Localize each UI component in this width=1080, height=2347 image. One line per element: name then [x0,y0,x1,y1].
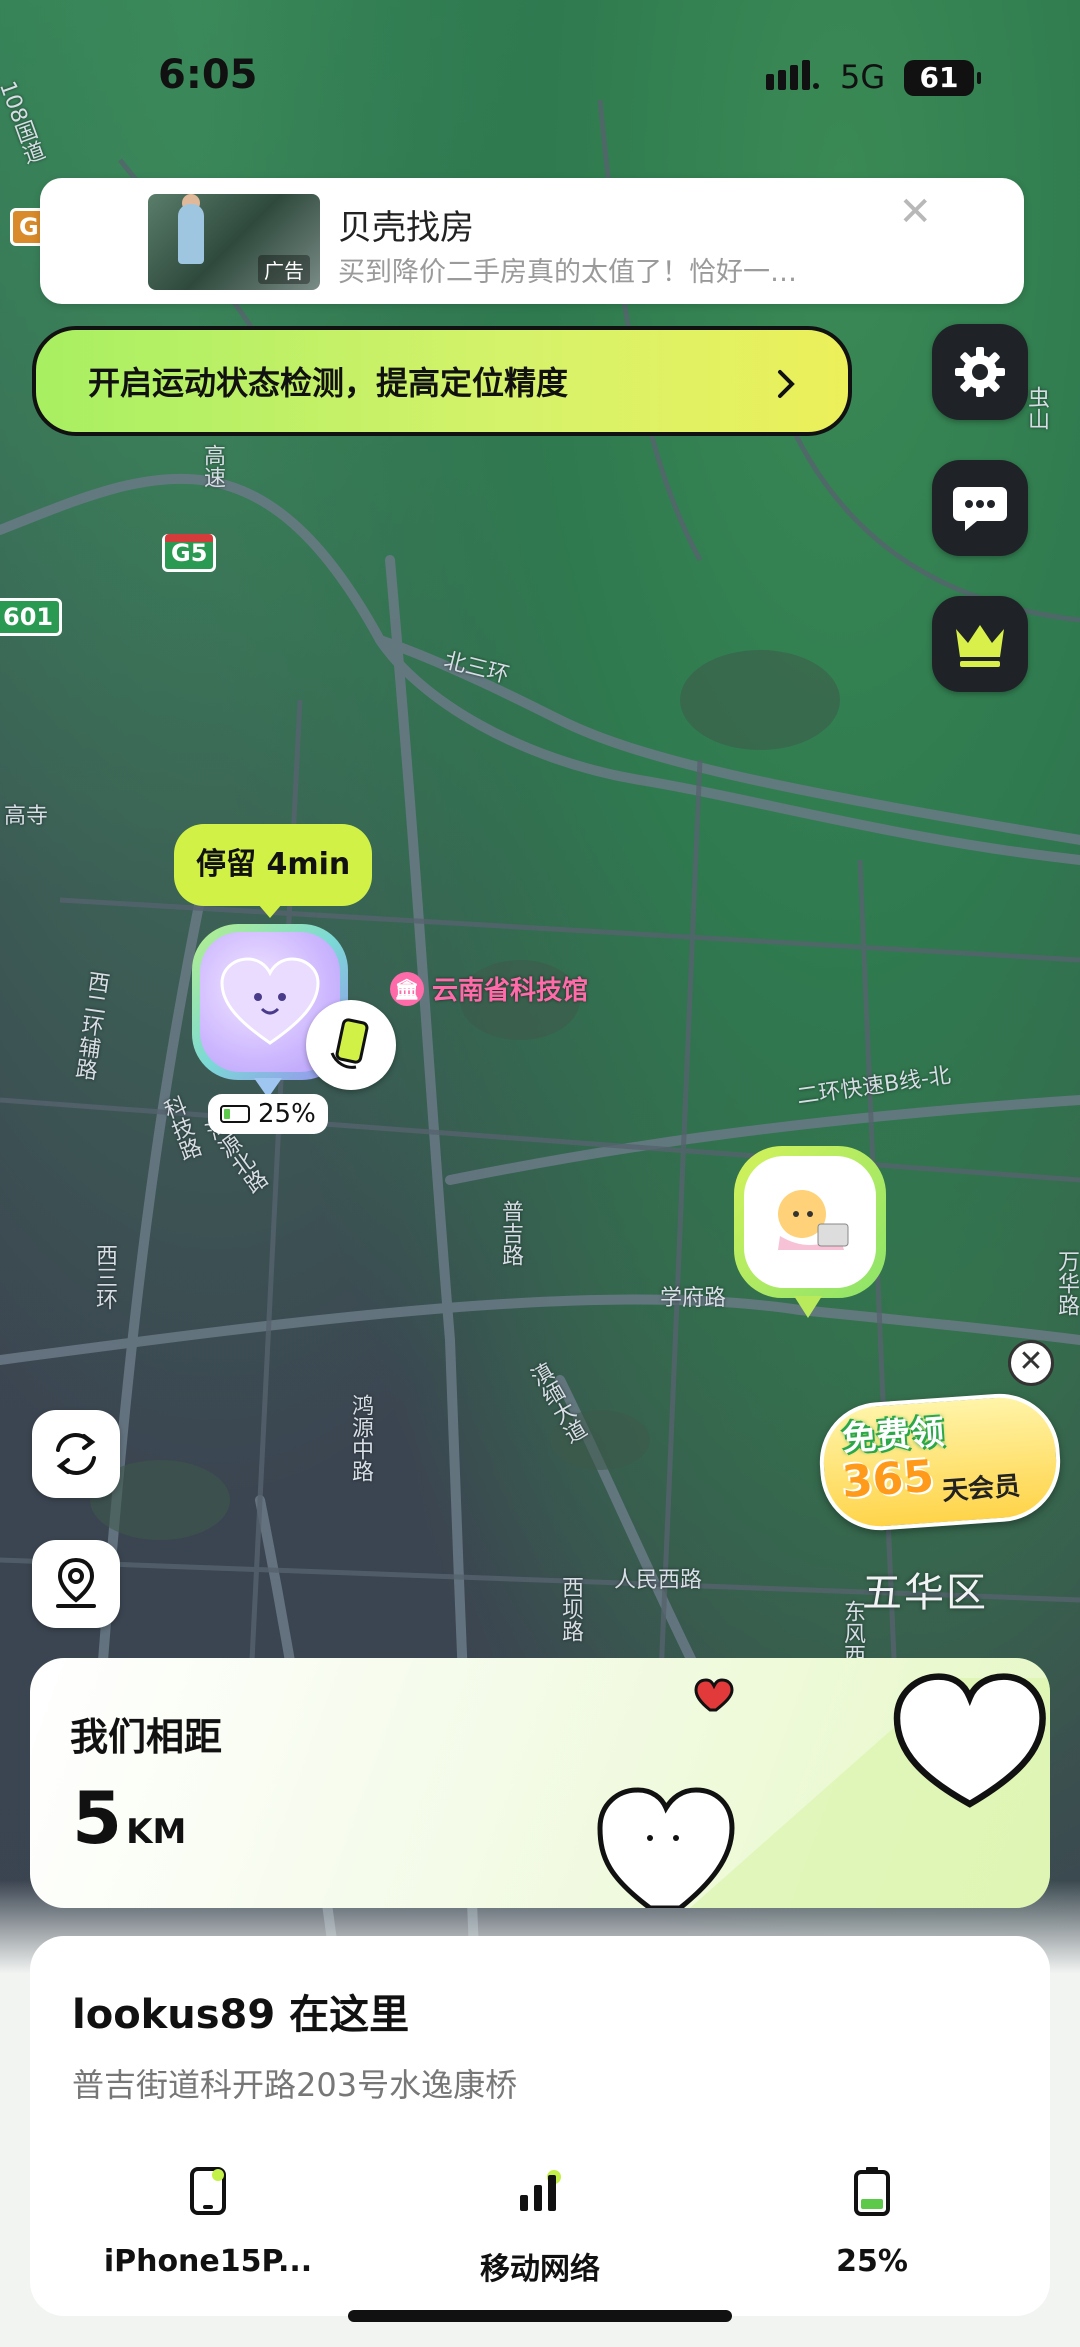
signal-icon [766,60,819,90]
crown-icon [956,625,1004,667]
poi-label: 云南省科技馆 [432,976,589,1006]
partner-avatar-marker[interactable] [734,1146,886,1318]
refresh-button[interactable] [32,1410,120,1498]
map-label-hongyuan: 鸿源中路 [348,1394,373,1482]
battery-icon [220,1105,250,1123]
distance-title: 我们相距 [70,1715,223,1759]
partner-avatar [744,1156,876,1288]
map-label-xisanhuan: 西三环 [92,1244,117,1310]
chat-icon [953,487,1007,531]
map-label-gaosi: 高寺 [4,804,49,829]
chat-button[interactable] [932,460,1028,556]
cartoon-avatar-icon [778,1190,849,1250]
vip-button[interactable] [932,596,1028,692]
cellular-icon [520,2170,561,2211]
home-indicator [348,2310,732,2322]
stat-device: iPhone15P... [78,2158,338,2279]
device-name: iPhone15P... [103,2244,313,2279]
device-badge [306,1000,396,1090]
status-bar: 6:05 5G 61 [0,0,1080,150]
ad-close-button[interactable]: ✕ [898,192,932,232]
locate-button[interactable] [32,1540,120,1628]
ad-banner[interactable]: 广告 贝壳找房 买到降价二手房真的太值了！恰好一… ✕ [40,178,1024,304]
stat-network: 移动网络 [410,2158,670,2288]
promo-line2: 365 [840,1450,936,1509]
map-label-wanhua: 万华路 [1054,1250,1079,1316]
gear-icon [955,347,1005,397]
hearts-illustration [597,1673,1050,1908]
motion-detection-banner[interactable]: 开启运动状态检测，提高定位精度 [32,326,852,436]
stat-battery: 25% [742,2158,1002,2279]
map-label-renminxilu: 人民西路 [614,1568,703,1593]
museum-icon: 🏛 [390,971,424,1006]
map-label-xibalu: 西坝路 [558,1576,583,1642]
map-label-gaosu: 高速 [200,444,225,488]
device-battery-text: 25% [258,1099,316,1129]
phone-icon [190,2167,226,2215]
district-label: 五华区 [862,1570,988,1616]
motion-banner-label: 开启运动状态检测，提高定位精度 [88,364,569,402]
ad-tag: 广告 [258,255,310,284]
location-owner-title: lookus89 在这里 [72,1992,410,2038]
distance-unit: KM [126,1812,187,1852]
chevron-right-icon [778,370,795,398]
map-label-xuefulu: 学府路 [660,1286,727,1311]
location-address: 普吉街道科开路203号水逸康桥 [72,2066,518,2104]
device-battery-pill: 25% [208,1094,328,1134]
vip-promo-badge[interactable]: 免费领 365 天会员 [815,1380,1070,1535]
battery-indicator: 61 [904,60,981,96]
battery-label: 25% [836,2244,908,2279]
network-type: 5G [840,58,886,96]
stay-duration-bubble: 停留 4min [174,824,373,918]
battery-icon [854,2167,890,2216]
ad-thumbnail: 广告 [148,194,320,290]
distance-value: 5 KM [72,1776,187,1860]
location-info-sheet[interactable]: lookus89 在这里 普吉街道科开路203号水逸康桥 iPhone15P..… [30,1936,1050,2316]
highway-shield-601: 601 [0,598,63,636]
network-label: 移动网络 [480,2252,600,2287]
map-label-pujilu: 普吉路 [498,1200,523,1266]
highway-shield-g5: G5 [162,534,217,572]
status-time: 6:05 [158,52,258,98]
poi-science-museum[interactable]: 🏛 云南省科技馆 [390,970,588,1007]
location-pin-icon [56,1557,96,1608]
settings-button[interactable] [932,324,1028,420]
refresh-icon [56,1433,96,1475]
ad-subtitle: 买到降价二手房真的太值了！恰好一… [338,257,797,288]
ad-title: 贝壳找房 [338,208,474,248]
promo-line3: 天会员 [941,1471,1022,1507]
phone-in-hand-icon [330,1018,369,1069]
distance-card: 我们相距 5 KM [30,1658,1050,1908]
